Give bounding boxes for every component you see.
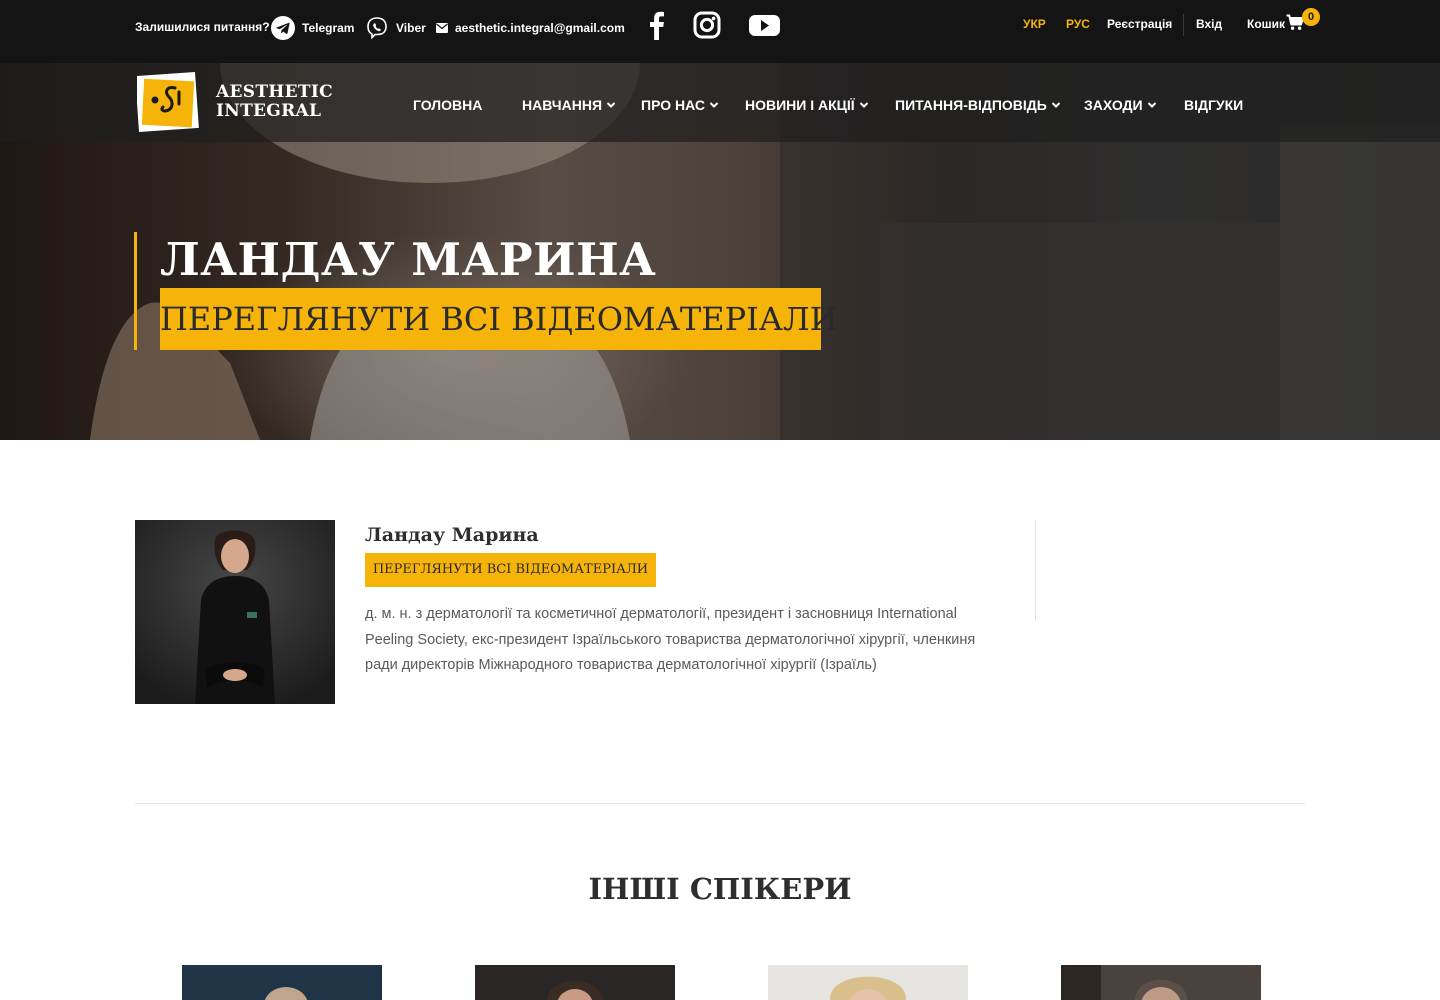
chevron-down-icon xyxy=(859,102,868,108)
cart-link[interactable]: Кошик xyxy=(1247,17,1285,31)
cart-label: Кошик xyxy=(1247,17,1286,31)
nav-events[interactable]: ЗАХОДИ xyxy=(1084,97,1157,113)
nav-reviews[interactable]: ВІДГУКИ xyxy=(1184,97,1243,113)
nav-about[interactable]: ПРО НАС xyxy=(641,97,719,113)
viber-label: Viber xyxy=(396,21,426,35)
nav-news[interactable]: НОВИНИ І АКЦІЇ xyxy=(745,97,869,113)
register-link[interactable]: Реєстрація xyxy=(1107,17,1172,31)
viber-link[interactable]: Viber xyxy=(365,14,426,42)
hero-accent-line xyxy=(134,232,137,350)
telegram-icon xyxy=(271,16,295,40)
youtube-icon[interactable] xyxy=(747,9,781,41)
brand-wordmark[interactable]: AESTHETIC INTEGRAL xyxy=(216,83,333,121)
speaker-thumbnail xyxy=(1061,965,1261,1000)
email-label: aesthetic.integral@gmail.com xyxy=(455,21,625,35)
speaker-name: Ландау Марина xyxy=(365,524,539,546)
telegram-link[interactable]: Telegram xyxy=(271,14,354,42)
speaker-thumbnail xyxy=(182,965,382,1000)
speaker-card[interactable] xyxy=(1061,965,1261,1000)
speaker-thumbnail xyxy=(768,965,968,1000)
nav-home[interactable]: ГОЛОВНА xyxy=(413,97,482,113)
speaker-thumbnail xyxy=(475,965,675,1000)
section-divider xyxy=(135,803,1305,804)
speaker-portrait-image xyxy=(135,520,335,704)
nav-home-label: ГОЛОВНА xyxy=(413,97,483,113)
speaker-card[interactable] xyxy=(768,965,968,1000)
questions-label: Залишилися питання? xyxy=(135,20,270,34)
nav-reviews-label: ВІДГУКИ xyxy=(1184,97,1244,113)
speaker-photo xyxy=(135,520,335,704)
vertical-divider xyxy=(1035,520,1036,620)
nav-education[interactable]: НАВЧАННЯ xyxy=(522,97,616,113)
speaker-card[interactable] xyxy=(475,965,675,1000)
page-title: ЛАНДАУ МАРИНА xyxy=(160,233,657,286)
brand-line-2: INTEGRAL xyxy=(216,101,322,121)
viber-icon xyxy=(367,17,387,40)
speaker-card[interactable] xyxy=(182,965,382,1000)
brand-line-1: AESTHETIC xyxy=(216,82,333,102)
nav-education-label: НАВЧАННЯ xyxy=(522,97,603,113)
envelope-icon xyxy=(436,23,448,33)
speaker-description: д. м. н. з дерматології та косметичної д… xyxy=(365,606,976,673)
login-link[interactable]: Вхід xyxy=(1196,17,1222,31)
chevron-down-icon xyxy=(1147,102,1156,108)
nav-about-label: ПРО НАС xyxy=(641,97,705,113)
nav-events-label: ЗАХОДИ xyxy=(1084,97,1143,113)
chevron-down-icon xyxy=(606,102,616,108)
hero-view-all-videos-button[interactable]: ПЕРЕГЛЯНУТИ ВСІ ВІДЕОМАТЕРІАЛИ xyxy=(160,288,838,350)
telegram-label: Telegram xyxy=(302,21,355,35)
nav-faq[interactable]: ПИТАННЯ-ВІДПОВІДЬ xyxy=(895,97,1061,113)
chevron-down-icon xyxy=(1051,102,1061,108)
facebook-icon[interactable] xyxy=(640,9,674,41)
view-all-videos-button[interactable]: ПЕРЕГЛЯНУТИ ВСІ ВІДЕОМАТЕРІАЛИ xyxy=(365,553,656,587)
lang-rus-link[interactable]: РУС xyxy=(1066,17,1090,31)
chevron-down-icon xyxy=(709,102,719,108)
lang-ukr-link[interactable]: УКР xyxy=(1023,17,1046,31)
cart-count-badge: 0 xyxy=(1302,8,1320,26)
topbar-divider xyxy=(1183,14,1184,36)
nav-faq-label: ПИТАННЯ-ВІДПОВІДЬ xyxy=(895,97,1047,113)
other-speakers-heading: ІНШІ СПІКЕРИ xyxy=(588,872,852,906)
email-link[interactable]: aesthetic.integral@gmail.com xyxy=(436,14,625,42)
instagram-icon[interactable] xyxy=(690,9,724,41)
nav-news-label: НОВИНИ І АКЦІЇ xyxy=(745,97,855,113)
